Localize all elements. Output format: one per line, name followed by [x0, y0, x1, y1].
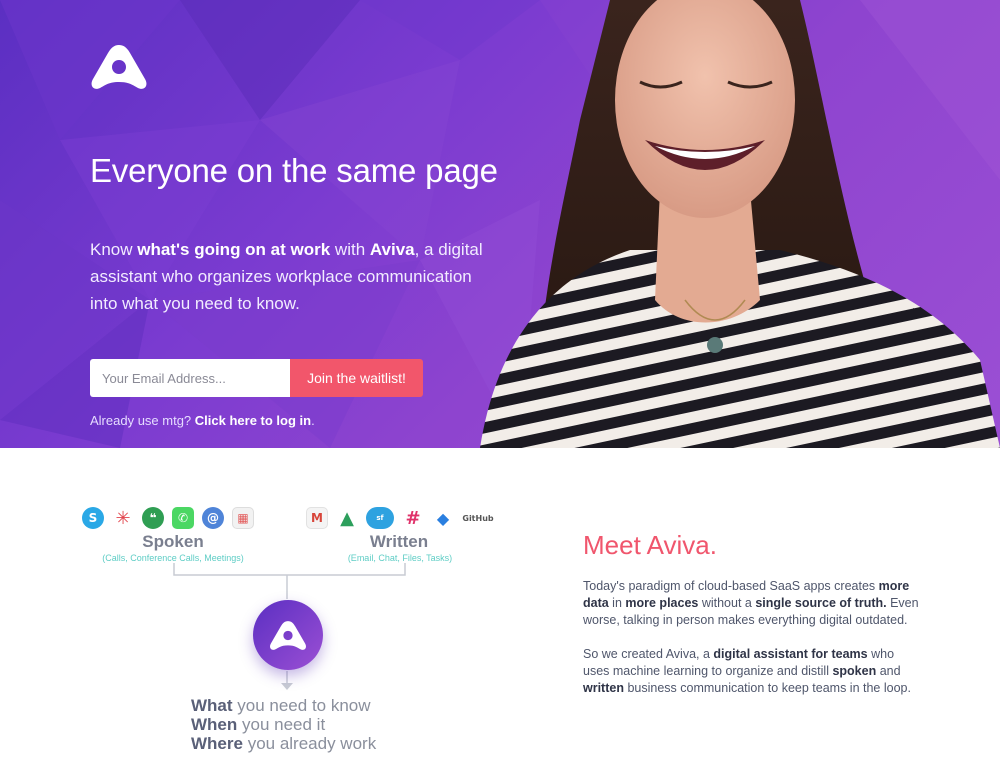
- hero-title: Everyone on the same page: [90, 152, 498, 189]
- phone-icon: ✆: [172, 507, 194, 529]
- body-text: So we created Aviva, a: [583, 647, 714, 661]
- subtitle-brand: Aviva: [369, 240, 415, 259]
- body-text: and: [876, 664, 901, 678]
- tagline-rest: you need to know: [232, 696, 371, 715]
- tagline-line: When you need it: [191, 715, 376, 734]
- spoken-app-icons: S ✳ ❝ ✆ @ ▦: [82, 507, 254, 529]
- value-tagline: What you need to know When you need it W…: [191, 696, 376, 753]
- hero-section: Everyone on the same page Know what's go…: [0, 0, 1000, 448]
- dropbox-icon: ◆: [436, 508, 450, 528]
- hangouts-icon: ❝: [142, 507, 164, 529]
- tagline-rest: you already work: [242, 734, 377, 753]
- calendar-icon: ▦: [232, 507, 254, 529]
- spoken-sublabel: (Calls, Conference Calls, Meetings): [102, 553, 244, 563]
- salesforce-icon: sf: [366, 507, 394, 529]
- subtitle-text: with: [330, 240, 370, 259]
- body-text: in: [608, 596, 626, 610]
- tagline-rest: you need it: [237, 715, 326, 734]
- aviva-logo-icon: [91, 45, 147, 89]
- written-app-icons: M ▲ sf # ◆ GitHub: [306, 507, 494, 529]
- email-input[interactable]: [90, 359, 290, 397]
- login-suffix: .: [311, 413, 315, 428]
- emphasis-text: digital assistant for teams: [713, 647, 868, 661]
- login-prompt: Already use mtg? Click here to log in.: [90, 413, 315, 428]
- slack-icon: #: [405, 507, 421, 529]
- emphasis-text: single source of truth.: [755, 596, 887, 610]
- github-icon: GitHub: [462, 513, 494, 523]
- smiling-woman-photo: [480, 0, 1000, 448]
- emphasis-text: more places: [625, 596, 699, 610]
- meet-paragraph-2: So we created Aviva, a digital assistant…: [583, 646, 923, 697]
- skype-icon: S: [82, 507, 104, 529]
- written-label: Written: [369, 532, 429, 551]
- body-text: Today's paradigm of cloud-based SaaS app…: [583, 579, 879, 593]
- body-text: business communication to keep teams in …: [623, 681, 911, 695]
- google-drive-icon: ▲: [340, 507, 354, 529]
- join-waitlist-button[interactable]: Join the waitlist!: [290, 359, 423, 397]
- tagline-bold: What: [191, 696, 233, 715]
- login-link[interactable]: Click here to log in: [195, 413, 311, 428]
- written-sublabel: (Email, Chat, Files, Tasks): [347, 553, 453, 563]
- login-prefix: Already use mtg?: [90, 413, 195, 428]
- aviva-logo-icon: [270, 620, 306, 650]
- emphasis-text: spoken: [832, 664, 877, 678]
- body-text: without a: [698, 596, 756, 610]
- subtitle-bold: what's going on at work: [137, 240, 331, 259]
- tagline-bold: When: [191, 715, 238, 734]
- meet-paragraph-1: Today's paradigm of cloud-based SaaS app…: [583, 578, 923, 629]
- tagline-bold: Where: [191, 734, 243, 753]
- subtitle-text: Know: [90, 240, 138, 259]
- tagline-line: What you need to know: [191, 696, 376, 715]
- gmail-icon: M: [306, 507, 328, 529]
- tagline-line: Where you already work: [191, 734, 376, 753]
- at-sign-icon: @: [202, 507, 224, 529]
- spoken-label: Spoken: [142, 532, 204, 551]
- aviva-center-logo: [253, 600, 323, 670]
- waitlist-form: Join the waitlist!: [90, 359, 423, 397]
- meet-aviva-heading: Meet Aviva.: [583, 530, 717, 560]
- webex-icon: ✳: [115, 507, 131, 529]
- emphasis-text: written: [583, 681, 624, 695]
- hero-subtitle: Know what's going on at work with Aviva,…: [90, 236, 500, 317]
